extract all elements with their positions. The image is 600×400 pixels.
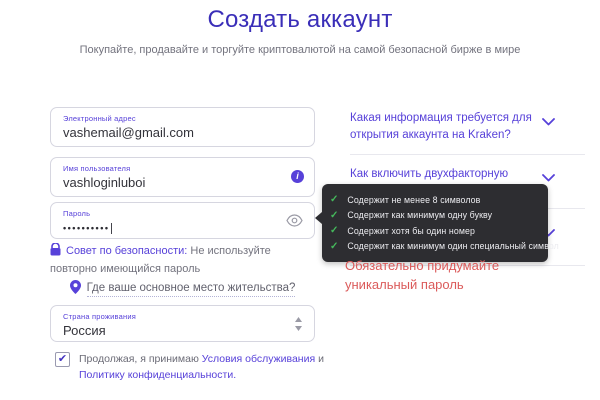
security-tip: Совет по безопасности: Не используйте по… — [50, 243, 318, 277]
country-value: Россия — [63, 323, 302, 338]
check-icon: ✓ — [330, 241, 338, 252]
terms-and: и — [318, 353, 324, 365]
email-value: vashemail@gmail.com — [63, 125, 302, 140]
page-title: Создать аккаунт — [0, 6, 600, 34]
password-rules-tooltip: ✓ Содержит не менее 8 символов ✓ Содержи… — [322, 184, 548, 262]
country-select[interactable]: Страна проживания Россия — [50, 305, 315, 342]
email-input[interactable]: Электронный адрес vashemail@gmail.com — [50, 107, 315, 147]
faq-item-account-info[interactable]: Какая информация требуется для открытия … — [350, 110, 585, 144]
password-rule: ✓ Содержит как минимум одну букву — [330, 208, 546, 224]
terms-row: ✔ Продолжая, я принимаю Условия обслужив… — [55, 351, 327, 383]
residence-question-row: Где ваше основное место жительства? — [50, 280, 315, 299]
password-rule: ✓ Содержит хотя бы один номер — [330, 223, 546, 239]
divider — [350, 154, 585, 155]
terms-text: Продолжая, я принимаю Условия обслуживан… — [79, 351, 327, 383]
lock-icon — [50, 243, 61, 261]
username-label: Имя пользователя — [63, 164, 302, 173]
username-value: vashloginluboi — [63, 175, 302, 190]
terms-checkbox[interactable]: ✔ — [55, 352, 70, 367]
page-subtitle: Покупайте, продавайте и торгуйте криптов… — [0, 44, 600, 56]
email-label: Электронный адрес — [63, 114, 302, 123]
security-tip-prefix: Совет по безопасности: — [66, 245, 187, 257]
username-input[interactable]: Имя пользователя vashloginluboi i — [50, 157, 315, 197]
country-label: Страна проживания — [63, 312, 302, 321]
check-icon: ✓ — [330, 225, 338, 236]
signup-page: Создать аккаунт Покупайте, продавайте и … — [0, 0, 600, 400]
password-input[interactable]: Пароль •••••••••• — [50, 202, 315, 239]
eye-icon[interactable] — [286, 214, 303, 232]
chevron-down-icon[interactable] — [542, 113, 555, 131]
faq-item-label: Какая информация требуется для открытия … — [350, 110, 555, 144]
password-warning-annotation: Обязательно придумайте уникальный пароль — [345, 256, 535, 294]
password-rule: ✓ Содержит не менее 8 символов — [330, 192, 546, 208]
check-icon: ✓ — [330, 194, 338, 205]
residence-question[interactable]: Где ваше основное место жительства? — [87, 282, 296, 297]
terms-of-service-link[interactable]: Условия обслуживания — [202, 353, 315, 365]
privacy-policy-link[interactable]: Политику конфиденциальности. — [79, 369, 236, 381]
location-pin-icon — [70, 280, 81, 299]
info-icon[interactable]: i — [291, 170, 304, 183]
check-icon: ✓ — [330, 210, 338, 221]
terms-prefix: Продолжая, я принимаю — [79, 353, 199, 365]
select-stepper-icon[interactable] — [294, 317, 303, 336]
password-masked-value: •••••••••• — [63, 223, 110, 233]
password-rule: ✓ Содержит как минимум один специальный … — [330, 239, 546, 255]
text-caret — [111, 223, 112, 234]
password-label: Пароль — [63, 209, 302, 218]
